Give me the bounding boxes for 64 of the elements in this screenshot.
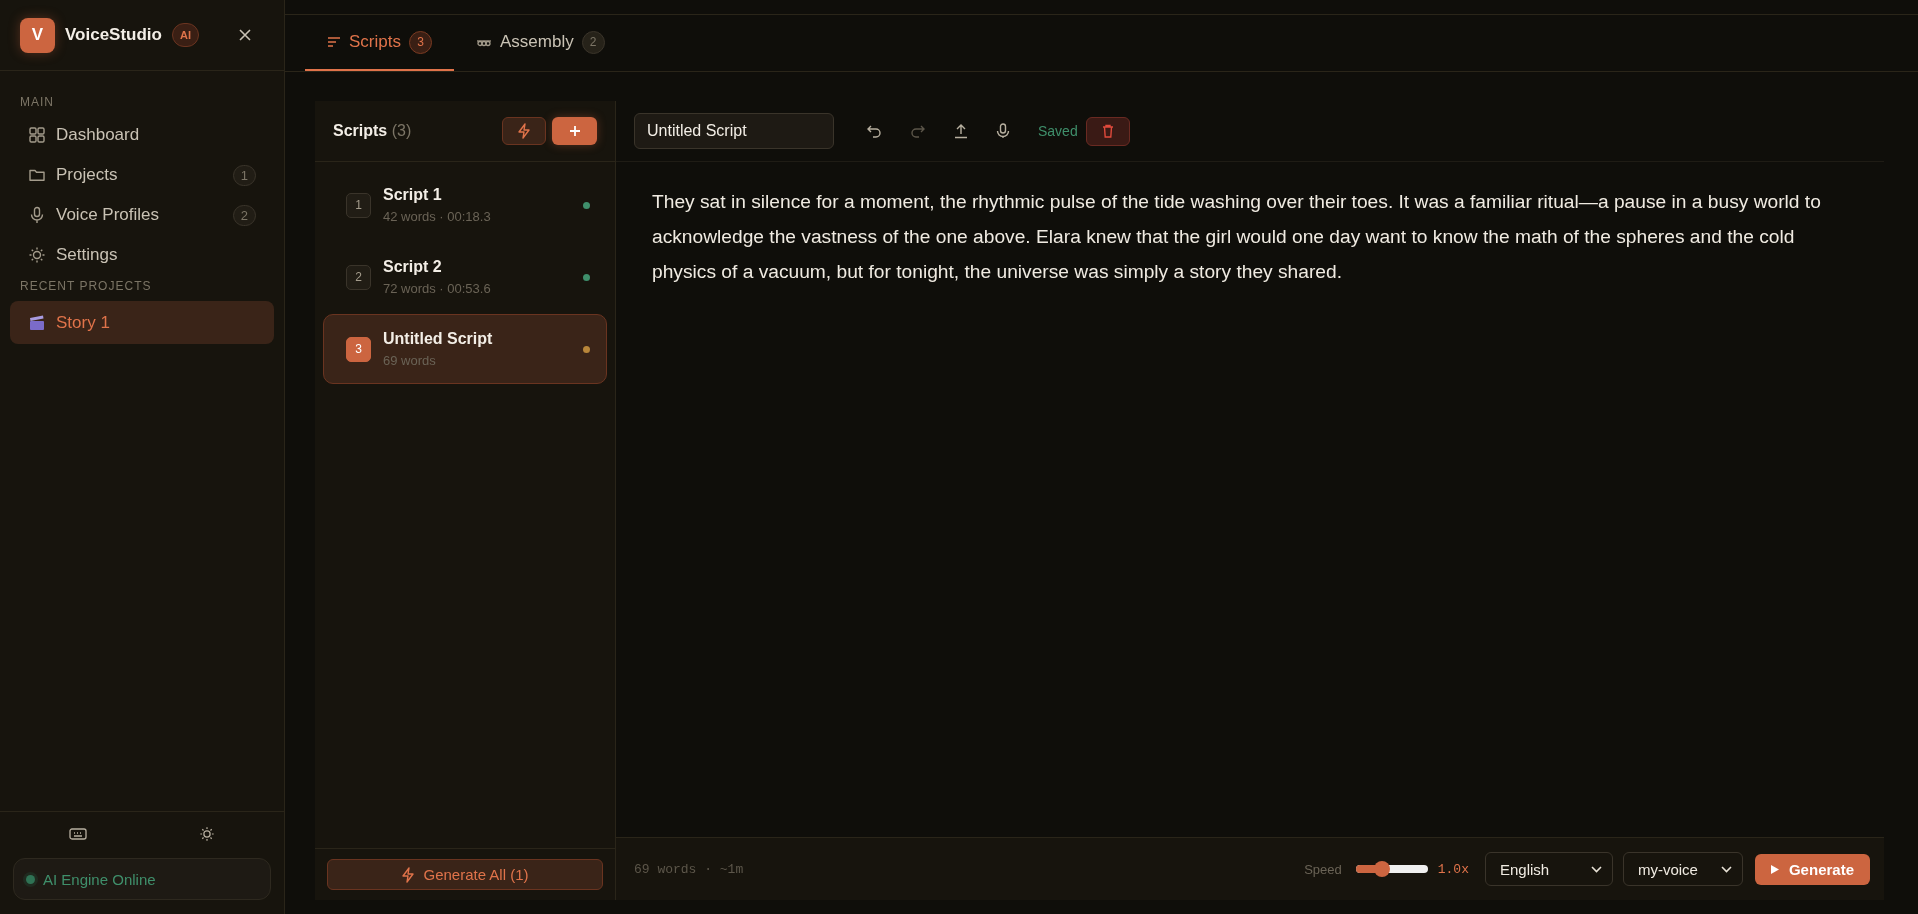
- voice-select[interactable]: my-voice: [1622, 852, 1743, 886]
- nav-item[interactable]: Story 1: [10, 301, 274, 344]
- script-title: Script 2: [383, 258, 443, 276]
- nav-item[interactable]: Voice Profiles 2: [10, 195, 274, 235]
- script-title: Untitled Script: [383, 330, 494, 348]
- plus-icon: [568, 125, 581, 137]
- upload-icon[interactable]: [954, 123, 968, 139]
- slider-thumb[interactable]: [1374, 861, 1391, 877]
- sun-icon[interactable]: [199, 826, 215, 842]
- lightning-icon: [401, 866, 416, 883]
- delete-button[interactable]: [1085, 116, 1130, 146]
- script-text[interactable]: They sat in silence for a moment, the rhythmic pulse of the tide washing over their toes. It was a familiar ritual—a pause in a busy world to acknowledge the vastness of the one above. Elara knew that the girl would one day want to know the math of the spheres and the cold physics of a vacuum, but for tonight, the universe was simply a story they shared.: [652, 184, 1848, 289]
- status-text: AI Engine Online: [43, 870, 156, 888]
- script-title: Script 1: [383, 186, 443, 204]
- number-badge: 3: [346, 336, 371, 362]
- trash-icon: [1101, 124, 1114, 138]
- section-title: MAIN: [19, 95, 55, 109]
- close-icon: [238, 28, 252, 42]
- tab[interactable]: Assembly 2: [453, 15, 627, 71]
- word-stats: 69 words · ~1m: [634, 861, 744, 877]
- redo-icon[interactable]: [910, 124, 926, 138]
- logo: V: [20, 17, 55, 53]
- script-item[interactable]: 2 Script 2 72 words · 00:53.6: [323, 242, 607, 312]
- count-badge: 2: [232, 204, 256, 226]
- script-item[interactable]: 1 Script 1 42 words · 00:18.3: [323, 170, 607, 240]
- script-meta: 69 words: [383, 353, 437, 368]
- play-icon: [1770, 864, 1779, 874]
- speed-reading: 1.0x: [1437, 861, 1469, 877]
- speed-label: Speed: [1304, 861, 1342, 877]
- script-meta: 42 words · 00:18.3: [383, 209, 492, 224]
- count-badge: 1: [232, 164, 256, 186]
- undo-icon[interactable]: [866, 124, 882, 138]
- app-name: VoiceStudio: [65, 25, 162, 45]
- list-icon: [327, 36, 341, 48]
- count-badge: 2: [581, 30, 605, 54]
- panel-title: Scripts (3): [333, 122, 412, 140]
- bolt-button[interactable]: [502, 117, 546, 145]
- count-badge: 3: [408, 30, 432, 54]
- keyboard-icon[interactable]: [69, 827, 87, 841]
- number-badge: 2: [346, 264, 371, 290]
- number-badge: 1: [346, 192, 371, 218]
- lightning-icon: [517, 123, 531, 139]
- section-title: RECENT PROJECTS: [19, 279, 153, 293]
- saved-status: Saved: [1038, 123, 1078, 139]
- title-field[interactable]: Untitled Script: [634, 113, 834, 149]
- status-dot: [26, 874, 35, 884]
- grid-icon: [28, 126, 46, 144]
- nav-item[interactable]: Settings: [10, 235, 274, 275]
- microphone-icon: [28, 206, 46, 224]
- nav-item[interactable]: Projects 1: [10, 155, 274, 195]
- microphone-icon[interactable]: [996, 123, 1010, 139]
- chevron-icon: [1720, 865, 1732, 873]
- ai-badge: AI: [172, 23, 199, 47]
- chevron-icon: [1590, 865, 1602, 873]
- add-button[interactable]: [552, 117, 597, 145]
- script-item[interactable]: 3 Untitled Script 69 words: [323, 314, 607, 384]
- nav-item[interactable]: Dashboard: [10, 115, 274, 155]
- settings-icon: [28, 246, 46, 264]
- tab[interactable]: Scripts 3: [305, 15, 454, 71]
- generate-all-button[interactable]: Generate All (1): [327, 859, 603, 890]
- clapperboard-icon: [28, 313, 46, 332]
- language-select[interactable]: English: [1484, 852, 1613, 886]
- generate-button[interactable]: Generate: [1754, 853, 1870, 885]
- script-meta: 72 words · 00:53.6: [383, 281, 492, 296]
